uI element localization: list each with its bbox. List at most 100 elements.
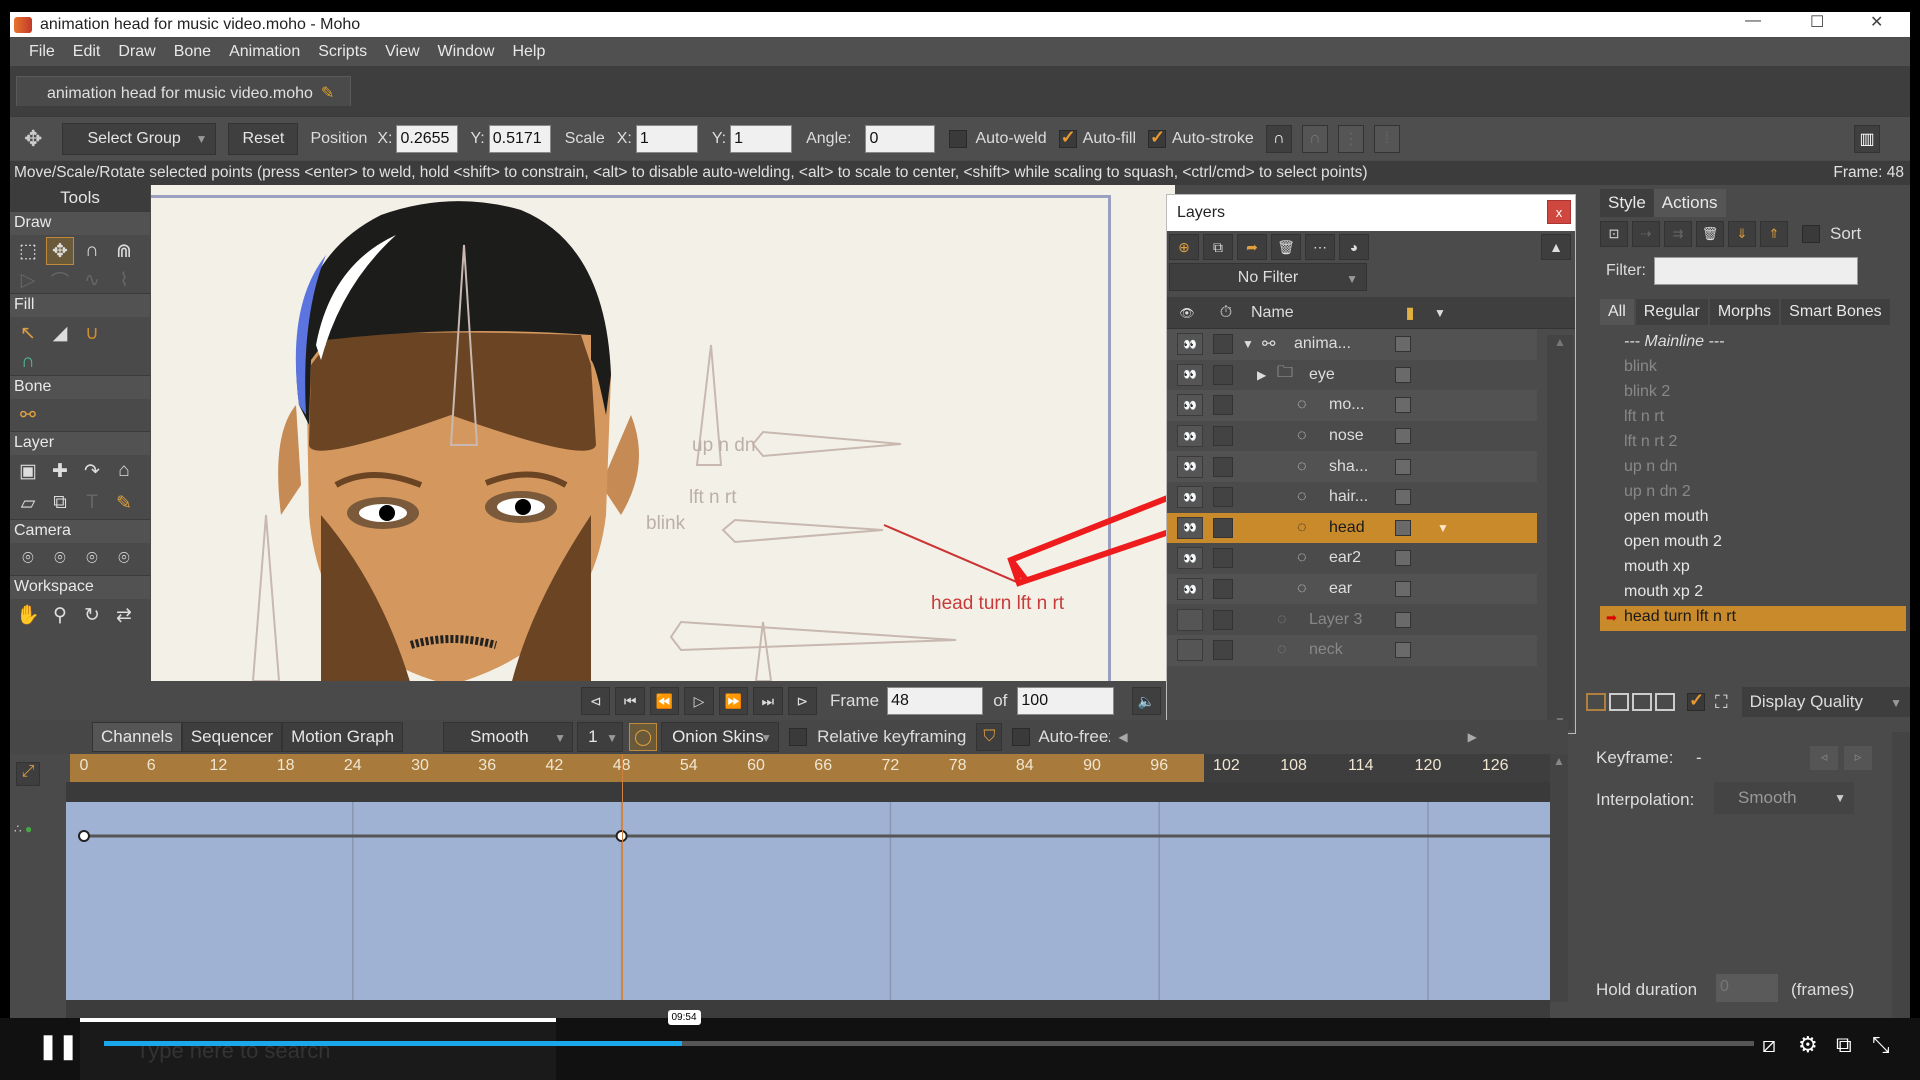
total-frames-input[interactable]: 100 xyxy=(1017,687,1114,715)
menu-scripts[interactable]: Scripts xyxy=(309,43,376,61)
layer-color-swatch[interactable] xyxy=(1395,642,1411,659)
layer-row[interactable]: 👀 ◌ hair... xyxy=(1167,482,1537,513)
library-book-icon[interactable]: ▥ xyxy=(1854,124,1880,153)
timing-checkbox[interactable] xyxy=(1213,334,1233,355)
action-item[interactable]: up n dn xyxy=(1600,456,1906,481)
duplicate-action-icon[interactable]: ⇉ xyxy=(1664,221,1692,247)
layer-row[interactable]: 👀 ◌ nose xyxy=(1167,421,1537,452)
visibility-column-icon[interactable]: 👁 xyxy=(1167,306,1207,320)
audio-icon[interactable]: 🔈 xyxy=(1131,687,1161,715)
layer-color-swatch[interactable] xyxy=(1395,397,1411,414)
action-item[interactable]: blink xyxy=(1600,356,1906,381)
menu-file[interactable]: File xyxy=(20,43,64,61)
column-options-icon[interactable]: ▼ xyxy=(1425,306,1455,320)
set-origin-icon[interactable]: ⌂ xyxy=(110,457,138,485)
roll-camera-icon[interactable]: ⌾ xyxy=(78,545,106,573)
timer-column-icon[interactable]: ⏱ xyxy=(1207,304,1245,322)
timing-checkbox[interactable] xyxy=(1213,487,1233,508)
timing-checkbox[interactable] xyxy=(1213,364,1233,385)
delete-action-icon[interactable]: 🗑 xyxy=(1696,221,1724,247)
menu-bone[interactable]: Bone xyxy=(165,43,220,61)
scroll-up-arrow[interactable]: ▲ xyxy=(1547,335,1573,349)
expand-arrow-icon[interactable]: ▶ xyxy=(1257,368,1266,382)
pause-icon[interactable]: ❚❚ xyxy=(38,1032,78,1061)
next-keyframe-button[interactable]: ⊳ xyxy=(787,687,817,715)
action-item[interactable]: mouth xp xyxy=(1600,556,1906,581)
first-keyframe-button[interactable]: ⊲ xyxy=(581,687,611,715)
new-layer-icon[interactable]: ⊕ xyxy=(1169,234,1199,260)
display-quality-dropdown[interactable]: Display Quality ▼ xyxy=(1741,687,1910,717)
relative-keyframing-checkbox[interactable] xyxy=(789,728,808,746)
step-back-button[interactable]: ⏪ xyxy=(649,687,680,715)
safe-area-icon[interactable]: ⛶ xyxy=(1715,692,1728,713)
minimize-button[interactable]: — xyxy=(1745,12,1761,30)
new-action-icon[interactable]: ⊡ xyxy=(1600,221,1628,247)
transform-points-tool-icon[interactable]: ✥ xyxy=(46,237,74,265)
timeline-ruler[interactable]: 0 6 12 18 24 30 36 42 48 54 60 66 72 78 84 90 96 102 108 11… xyxy=(70,754,1550,782)
position-x-input[interactable]: 0.2655 xyxy=(396,124,459,153)
rewind-button[interactable]: ⏮ xyxy=(615,687,645,715)
track-camera-icon[interactable]: ⌾ xyxy=(14,545,42,573)
paint-bucket-icon[interactable]: ∪ xyxy=(78,319,106,347)
keyframe-shield-icon[interactable]: ⛉ xyxy=(976,723,1003,751)
magnet-icon[interactable]: ⋒ xyxy=(110,237,138,265)
shear-layer-icon[interactable]: ▱ xyxy=(14,489,42,517)
layer-color-swatch[interactable] xyxy=(1395,458,1411,475)
channel-area[interactable] xyxy=(66,802,1550,1000)
timing-checkbox[interactable] xyxy=(1213,456,1233,477)
timing-checkbox[interactable] xyxy=(1213,609,1233,630)
menu-view[interactable]: View xyxy=(376,43,428,61)
layer-row[interactable]: 👀 ◌ sha... xyxy=(1167,451,1537,482)
visibility-off-icon[interactable] xyxy=(1177,608,1203,631)
split-view-horizontal-icon[interactable] xyxy=(1632,693,1652,711)
onion-skin-toggle-icon[interactable]: ◯ xyxy=(629,723,658,751)
settings-gear-icon[interactable]: ⚙ xyxy=(1798,1032,1818,1058)
video-progress-track[interactable] xyxy=(104,1041,1754,1046)
curve-lock-icon[interactable]: ∩ xyxy=(1301,124,1328,153)
menu-animation[interactable]: Animation xyxy=(220,43,309,61)
add-point-icon[interactable]: ▷ xyxy=(14,266,42,294)
scroll-up-arrow[interactable]: ▲ xyxy=(1550,754,1568,768)
layer-color-swatch[interactable] xyxy=(1395,366,1411,383)
next-keyframe-icon[interactable]: ▹ xyxy=(1844,746,1872,770)
filter-tab-smart-bones[interactable]: Smart Bones xyxy=(1781,299,1890,325)
insert-action-icon[interactable]: ⇓ xyxy=(1728,221,1756,247)
action-item[interactable]: lft n rt xyxy=(1600,406,1906,431)
select-points-icon[interactable]: ⬚ xyxy=(14,237,42,265)
rename-action-icon[interactable]: ⇢ xyxy=(1632,221,1660,247)
drawing-canvas[interactable]: up n dn lft n rt blink head turn lft n r… xyxy=(151,185,1175,681)
tab-sequencer[interactable]: Sequencer xyxy=(181,722,283,752)
action-item[interactable]: lft n rt 2 xyxy=(1600,431,1906,456)
position-y-input[interactable]: 0.5171 xyxy=(488,124,551,153)
layers-scrollbar[interactable]: ▲ ▼ xyxy=(1547,335,1573,730)
select-bone-icon[interactable]: ⚯ xyxy=(14,401,42,429)
insert-reference-icon[interactable]: ⇑ xyxy=(1760,221,1788,247)
tab-actions[interactable]: Actions xyxy=(1653,189,1726,217)
hand-icon[interactable]: ✋ xyxy=(14,601,42,629)
tab-motion-graph[interactable]: Motion Graph xyxy=(282,722,404,752)
layers-close-button[interactable]: x xyxy=(1547,200,1571,224)
more-options-icon[interactable]: ⋯ xyxy=(1305,234,1335,260)
action-item[interactable]: head turn lft n rt xyxy=(1600,606,1906,631)
split-view-vertical-icon[interactable] xyxy=(1609,693,1629,711)
freehand-icon[interactable]: ⌒ xyxy=(46,266,74,294)
duplicate-layer-icon[interactable]: ⧉ xyxy=(1203,234,1233,260)
layer-row[interactable]: 👀 ◌ head ▼ xyxy=(1167,512,1537,544)
keyframe-interpolation-dropdown[interactable]: Smooth ▼ xyxy=(1714,782,1854,814)
filter-tab-all[interactable]: All xyxy=(1600,299,1634,325)
layer-row[interactable]: 👀 ◌ mo... xyxy=(1167,390,1537,421)
timeline-vscrollbar[interactable]: ▲ xyxy=(1550,754,1568,1002)
quad-view-icon[interactable] xyxy=(1655,693,1675,711)
scroll-right-arrow[interactable]: ▶ xyxy=(1468,730,1477,744)
interpolation-dropdown[interactable]: Smooth ▼ xyxy=(443,722,574,752)
snap-icon[interactable]: ⋮ xyxy=(1337,124,1364,153)
visibility-eye-icon[interactable]: 👀 xyxy=(1177,547,1203,570)
layer-color-swatch[interactable] xyxy=(1395,611,1411,628)
grid-snap-icon[interactable]: ⁞ xyxy=(1373,124,1400,153)
auto-fill-checkbox[interactable] xyxy=(1058,127,1077,148)
filter-tab-morphs[interactable]: Morphs xyxy=(1709,299,1780,325)
actions-filter-input[interactable] xyxy=(1654,257,1858,285)
rotate-workspace-icon[interactable]: ↻ xyxy=(78,601,106,629)
timing-checkbox[interactable] xyxy=(1213,426,1233,447)
scale-layer-icon[interactable]: ✚ xyxy=(46,457,74,485)
